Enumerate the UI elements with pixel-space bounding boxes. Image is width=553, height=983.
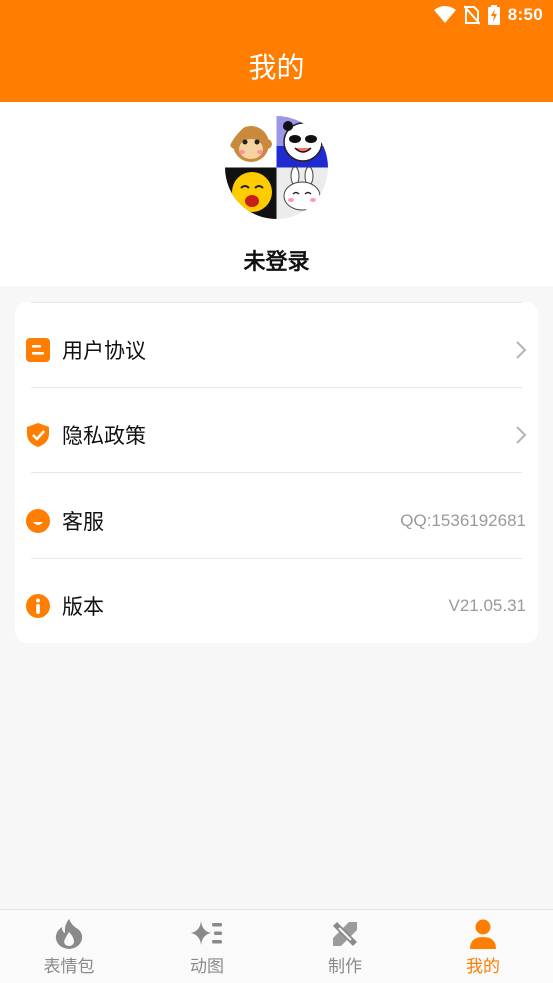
- menu-item-version[interactable]: 版本 V21.05.31: [15, 563, 538, 648]
- battery-charging-icon: [487, 5, 500, 25]
- no-sim-icon: [463, 5, 480, 25]
- menu-item-label: 客服: [62, 509, 104, 534]
- bottom-tab-bar: 表情包 动图 制作 我的: [0, 909, 553, 983]
- pencil-ruler-icon: [333, 922, 357, 946]
- info-icon: [26, 593, 50, 618]
- tab-gif[interactable]: 动图: [138, 910, 276, 983]
- divider: [31, 387, 522, 388]
- divider: [31, 558, 522, 559]
- wifi-icon: [433, 6, 456, 23]
- chevron-right-icon: [516, 340, 527, 359]
- menu-item-label: 用户协议: [62, 338, 146, 363]
- tab-emoji-pack[interactable]: 表情包: [0, 910, 138, 983]
- app-bar: 我的: [0, 30, 553, 102]
- avatar[interactable]: [225, 116, 328, 219]
- shield-check-icon: [27, 422, 49, 447]
- user-icon: [470, 919, 496, 949]
- sparkle-list-icon: [191, 921, 222, 945]
- tab-make[interactable]: 制作: [276, 910, 414, 983]
- menu-item-customer-service[interactable]: 客服 QQ:1536192681: [15, 478, 538, 563]
- username-label[interactable]: 未登录: [0, 244, 553, 276]
- tab-mine[interactable]: 我的: [414, 910, 552, 983]
- emoji-collage-avatar: [225, 116, 328, 219]
- settings-card: 用户协议 隐私政策 客服 QQ:1536192681 版本 V21.05.31: [15, 302, 538, 643]
- smile-icon: [26, 508, 50, 533]
- tab-label: 制作: [328, 957, 362, 977]
- chevron-right-icon: [516, 425, 527, 444]
- page-title: 我的: [248, 51, 305, 84]
- divider: [31, 472, 522, 473]
- menu-item-privacy-policy[interactable]: 隐私政策: [15, 392, 538, 477]
- version-number: V21.05.31: [448, 595, 526, 615]
- flame-icon: [55, 919, 83, 949]
- menu-item-label: 隐私政策: [62, 423, 146, 448]
- profile-section: 未登录: [0, 102, 553, 286]
- menu-item-label: 版本: [62, 594, 104, 619]
- document-icon: [26, 337, 50, 362]
- tab-label: 动图: [190, 957, 224, 977]
- tab-label: 我的: [466, 957, 500, 977]
- divider: [31, 302, 522, 303]
- status-bar: 8:50: [0, 0, 553, 30]
- tab-label: 表情包: [43, 957, 95, 977]
- qq-number: QQ:1536192681: [400, 510, 526, 530]
- menu-item-user-agreement[interactable]: 用户协议: [15, 307, 538, 392]
- clock: 8:50: [507, 5, 543, 24]
